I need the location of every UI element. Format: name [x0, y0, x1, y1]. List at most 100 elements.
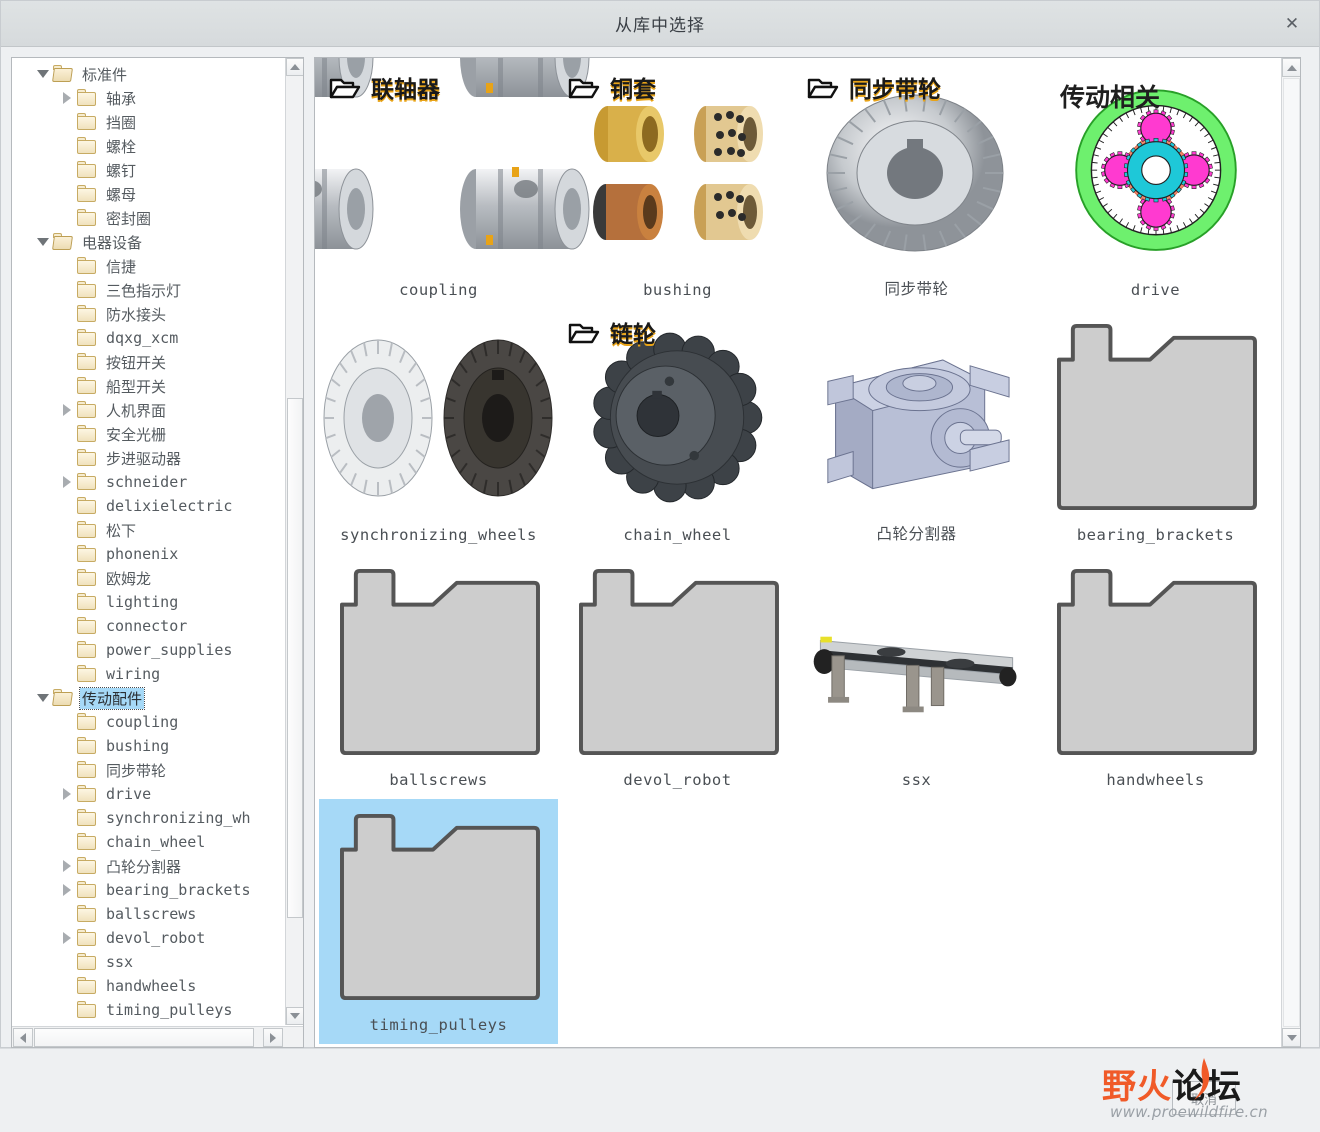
library-item-[interactable]: 凸轮分割器 [797, 309, 1036, 554]
library-item-bearing_brackets[interactable]: bearing_brackets [1036, 309, 1275, 554]
tree-hscrollbar-thumb[interactable] [34, 1028, 254, 1047]
tree-item-node3[interactable]: 螺栓 [12, 134, 285, 158]
page-title: 从库中选择 [615, 16, 705, 36]
tree-item-node14[interactable]: 人机界面 [12, 398, 285, 422]
chevron-right-icon[interactable] [58, 398, 76, 422]
chevron-right-icon[interactable] [58, 470, 76, 494]
library-item-devol_robot[interactable]: devol_robot [558, 554, 797, 799]
library-item-drive[interactable]: 传动相关 drive [1036, 64, 1275, 309]
tree-item-label: 传动配件 [78, 686, 146, 710]
folder-icon [76, 377, 98, 395]
scroll-up-icon[interactable] [286, 58, 303, 76]
chevron-right-icon[interactable] [58, 878, 76, 902]
tree-item-label: 轴承 [106, 89, 137, 108]
chevron-down-icon[interactable] [34, 62, 52, 86]
folder-open-icon [568, 319, 602, 345]
select-from-library-dialog: 从库中选择 ✕ 标准件 轴承 挡圈 螺栓 螺钉 螺母 密封圈 电器设备 信捷 三色指示灯 防水接头 d… [0, 0, 1320, 1048]
tree-item-label: synchronizing_wh [106, 809, 251, 827]
library-item-chain_wheel[interactable]: 链轮 chain_wheel [558, 309, 797, 554]
item-caption: chain_wheel [623, 526, 732, 544]
tree-item-ssx[interactable]: ssx [12, 950, 285, 974]
tree-item-node12[interactable]: 按钮开关 [12, 350, 285, 374]
tree-item-devol_robot[interactable]: devol_robot [12, 926, 285, 950]
folder-open-icon [52, 233, 74, 251]
tree-item-label: ssx [106, 953, 134, 971]
library-item-[interactable]: 同步带轮 同步带轮 [797, 64, 1036, 309]
tree-item-node6[interactable]: 密封圈 [12, 206, 285, 230]
tree-item-node8[interactable]: 信捷 [12, 254, 285, 278]
library-item-timing_pulleys[interactable]: timing_pulleys [319, 799, 558, 1044]
tree-item-node33[interactable]: 凸轮分割器 [12, 854, 285, 878]
tree-horizontal-scrollbar[interactable] [12, 1026, 303, 1047]
tree-item-phonenix[interactable]: phonenix [12, 542, 285, 566]
panel-scrollbar-track[interactable] [1283, 78, 1300, 1027]
tree-item-lighting[interactable]: lighting [12, 590, 285, 614]
tree-item-power_supplies[interactable]: power_supplies [12, 638, 285, 662]
scroll-left-icon[interactable] [13, 1028, 33, 1047]
tree-item-wiring[interactable]: wiring [12, 662, 285, 686]
tree-item-synchronizing_wh[interactable]: synchronizing_wh [12, 806, 285, 830]
tree-item-node1[interactable]: 轴承 [12, 86, 285, 110]
scroll-down-icon[interactable] [286, 1007, 303, 1025]
tree-item-label: 同步带轮 [106, 761, 167, 780]
chevron-down-icon[interactable] [34, 230, 52, 254]
tree-item-node15[interactable]: 安全光栅 [12, 422, 285, 446]
tree-item-bearing_brackets[interactable]: bearing_brackets [12, 878, 285, 902]
chevron-right-icon[interactable] [58, 926, 76, 950]
panel-scroll-down-icon[interactable] [1282, 1028, 1300, 1047]
tree-item-delixielectric[interactable]: delixielectric [12, 494, 285, 518]
library-item-synchronizing_wheels[interactable]: synchronizing_wheels [319, 309, 558, 554]
tree-item-node5[interactable]: 螺母 [12, 182, 285, 206]
chevron-right-icon[interactable] [58, 86, 76, 110]
tree-item-node0[interactable]: 标准件 [12, 62, 285, 86]
group-header-label: 链轮 [610, 322, 656, 348]
chevron-right-icon[interactable] [58, 782, 76, 806]
library-tree[interactable]: 标准件轴承挡圈 螺栓 螺钉 螺母 密封圈 电器设备 信捷 三色指示灯 防水接头 dqxg_xcm 按… [12, 58, 285, 1025]
tree-item-node21[interactable]: 欧姆龙 [12, 566, 285, 590]
tree-item-coupling[interactable]: coupling [12, 710, 285, 734]
library-item-coupling[interactable]: 联轴器 coupling [315, 58, 589, 309]
tree-item-timing_pulleys[interactable]: timing_pulleys [12, 998, 285, 1022]
close-icon[interactable]: ✕ [1273, 1, 1311, 46]
library-item-ssx[interactable]: ssx [797, 554, 1036, 799]
tree-item-node2[interactable]: 挡圈 [12, 110, 285, 134]
tree-item-chain_wheel[interactable]: chain_wheel [12, 830, 285, 854]
library-items-grid[interactable]: 联轴器 coupling 铜套 bushing 同步带轮 同步带轮 传动相关 d… [315, 58, 1281, 1047]
tree-item-node19[interactable]: 松下 [12, 518, 285, 542]
scroll-right-icon[interactable] [263, 1028, 283, 1047]
library-item-bushing[interactable]: 铜套 bushing [558, 64, 797, 309]
watermark-char-1: 野 [1102, 1066, 1137, 1107]
chevron-down-icon[interactable] [34, 686, 52, 710]
panel-scroll-up-icon[interactable] [1282, 58, 1300, 77]
tree-item-node7[interactable]: 电器设备 [12, 230, 285, 254]
library-item-ballscrews[interactable]: ballscrews [319, 554, 558, 799]
tree-item-handwheels[interactable]: handwheels [12, 974, 285, 998]
tree-item-drive[interactable]: drive [12, 782, 285, 806]
tree-item-node13[interactable]: 船型开关 [12, 374, 285, 398]
tree-scrollbar-thumb[interactable] [287, 398, 303, 918]
chevron-right-icon[interactable] [58, 854, 76, 878]
tree-item-bushing[interactable]: bushing [12, 734, 285, 758]
library-item-handwheels[interactable]: handwheels [1036, 554, 1275, 799]
tree-item-node9[interactable]: 三色指示灯 [12, 278, 285, 302]
tree-item-node29[interactable]: 同步带轮 [12, 758, 285, 782]
panel-vertical-scrollbar[interactable] [1281, 58, 1300, 1047]
tree-item-ballscrews[interactable]: ballscrews [12, 902, 285, 926]
folder-placeholder-icon [1056, 323, 1257, 510]
tree-item-node4[interactable]: 螺钉 [12, 158, 285, 182]
tree-item-node10[interactable]: 防水接头 [12, 302, 285, 326]
sprocket-thumbnail [592, 332, 762, 503]
tree-item-node16[interactable]: 步进驱动器 [12, 446, 285, 470]
tree-item-node26[interactable]: 传动配件 [12, 686, 285, 710]
folder-open-icon [568, 74, 602, 100]
folder-open-icon [52, 65, 74, 83]
tree-item-schneider[interactable]: schneider [12, 470, 285, 494]
tree-item-connector[interactable]: connector [12, 614, 285, 638]
tree-item-dqxg_xcm[interactable]: dqxg_xcm [12, 326, 285, 350]
library-items-panel: 联轴器 coupling 铜套 bushing 同步带轮 同步带轮 传动相关 d… [314, 57, 1301, 1048]
tree-vertical-scrollbar[interactable] [285, 58, 303, 1025]
